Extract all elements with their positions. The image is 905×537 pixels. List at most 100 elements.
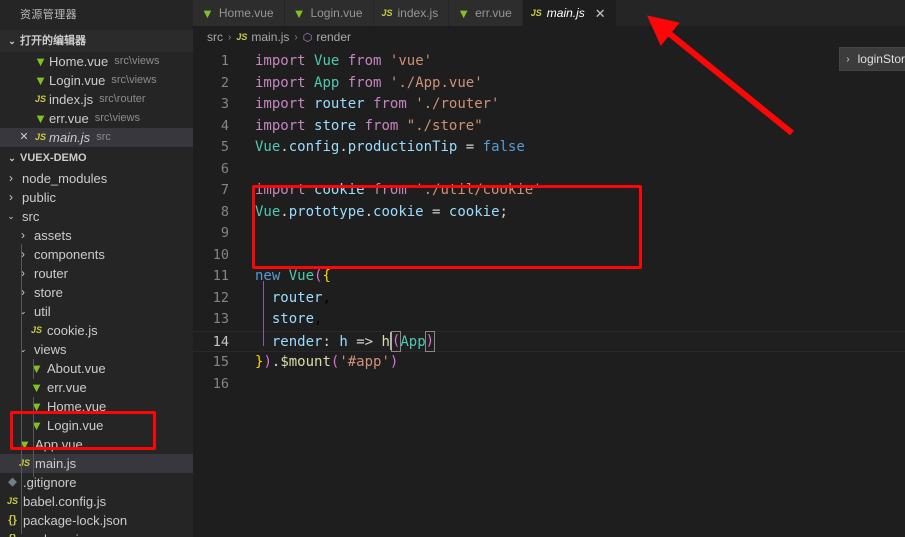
line-number: 4: [220, 117, 229, 134]
close-icon[interactable]: ✕: [595, 7, 606, 20]
open-editor-item[interactable]: ✕ JS main.js src: [0, 128, 193, 147]
file-tree-row[interactable]: JS babel.config.js: [0, 492, 193, 511]
file-tree-row[interactable]: › router: [0, 264, 193, 283]
file-tree-row[interactable]: {}package.json: [0, 530, 193, 537]
open-editor-name: err.vue: [49, 111, 89, 126]
file-tree-label: err.vue: [47, 380, 87, 395]
file-tree-row[interactable]: {} package-lock.json: [0, 511, 193, 530]
code-line-text: }).$mount('#app'): [255, 354, 399, 370]
file-tree-label: package-lock.json: [23, 513, 128, 528]
chevron-right-icon[interactable]: ›: [16, 283, 30, 302]
open-editor-path: src: [96, 131, 111, 143]
breadcrumb-separator-icon: ›: [228, 31, 232, 43]
code-line-text: router,: [271, 289, 331, 306]
file-tree-row[interactable]: ▼ Home.vue: [0, 397, 193, 416]
code-line: 7 import cookie from './util/cookie': [193, 180, 905, 202]
open-editors-label: 打开的编辑器: [20, 35, 86, 47]
explorer-sidebar: 资源管理器 ⌄ 打开的编辑器 ▼ Home.vue src\views ▼ Login.…: [0, 0, 193, 537]
code-line-text: import store from "./store": [255, 117, 483, 134]
file-tree-row[interactable]: › assets: [0, 226, 193, 245]
vue-file-icon: ▼: [292, 5, 306, 21]
code-line: 10: [193, 245, 905, 267]
chevron-right-icon[interactable]: ›: [4, 188, 18, 207]
open-editor-item[interactable]: JS index.js src\router: [0, 90, 193, 109]
file-tree-label: cookie.js: [47, 323, 98, 338]
editor-tab[interactable]: ▼ Home.vue: [193, 0, 285, 26]
js-file-icon: JS: [6, 496, 18, 506]
code-line: 14 render: h => h (App): [193, 330, 905, 352]
indent-guide: [263, 281, 264, 346]
breadcrumb-item[interactable]: src: [207, 30, 223, 44]
line-number: 14: [212, 333, 229, 350]
close-icon[interactable]: ✕: [16, 128, 32, 147]
editor-tab[interactable]: JS main.js ✕: [522, 0, 617, 26]
editor-tab[interactable]: ▼ err.vue: [449, 0, 523, 26]
code-editor[interactable]: 1 import Vue from 'vue' 2 import App from '…: [193, 48, 905, 537]
chevron-down-icon[interactable]: ⌄: [16, 340, 30, 359]
breadcrumb-label: render: [316, 30, 352, 44]
vue-file-icon: ▼: [30, 418, 43, 433]
code-line: 9: [193, 223, 905, 245]
chevron-right-icon: ›: [846, 53, 850, 65]
line-number: 15: [212, 354, 229, 370]
code-line: 2 import App from './App.vue': [193, 73, 905, 95]
gitignore-file-icon: ◆: [8, 476, 17, 488]
code-lines: 1 import Vue from 'vue' 2 import App from '…: [193, 48, 905, 395]
js-file-icon: JS: [30, 325, 42, 335]
file-tree-label: store: [34, 285, 63, 300]
file-tree-row[interactable]: ⌄ src: [0, 207, 193, 226]
file-tree-row[interactable]: ▼ App.vue: [0, 435, 193, 454]
editor-tab-label: Home.vue: [218, 6, 274, 20]
file-tree-row[interactable]: ◆ .gitignore: [0, 473, 193, 492]
chevron-right-icon[interactable]: ›: [16, 245, 30, 264]
code-line: 5 Vue.config.productionTip = false: [193, 137, 905, 159]
breadcrumb-item[interactable]: JS main.js: [236, 30, 289, 44]
chevron-right-icon[interactable]: ›: [16, 226, 30, 245]
file-tree-row[interactable]: ⌄ views: [0, 340, 193, 359]
file-tree-row[interactable]: › public: [0, 188, 193, 207]
chevron-down-icon[interactable]: ⌄: [16, 302, 30, 321]
chevron-down-icon[interactable]: ⌄: [4, 207, 18, 226]
watch-expression-label: loginStor: [857, 52, 905, 66]
file-tree-row[interactable]: JS main.js: [0, 454, 193, 473]
open-editor-item[interactable]: ▼ Home.vue src\views: [0, 52, 193, 71]
vue-file-icon: ▼: [457, 5, 471, 21]
file-tree-label: node_modules: [22, 171, 108, 186]
breadcrumb[interactable]: src › JS main.js › ⬡ render: [193, 26, 905, 48]
debug-watch-popup[interactable]: › loginStor: [839, 47, 905, 71]
json-file-icon: {}: [4, 530, 21, 537]
open-editor-item[interactable]: ▼ err.vue src\views: [0, 109, 193, 128]
file-tree-row[interactable]: ▼ About.vue: [0, 359, 193, 378]
chevron-right-icon[interactable]: ›: [4, 169, 18, 188]
file-tree-row[interactable]: ▼ Login.vue: [0, 416, 193, 435]
chevron-right-icon[interactable]: ›: [16, 264, 30, 283]
project-section-header[interactable]: ⌄ VUEX-DEMO: [0, 147, 193, 169]
breadcrumb-item[interactable]: ⬡ render: [303, 30, 351, 44]
chevron-down-icon: ⌄: [8, 153, 16, 163]
file-tree-label: router: [34, 266, 68, 281]
file-tree-row[interactable]: › node_modules: [0, 169, 193, 188]
file-tree-row[interactable]: JS cookie.js: [0, 321, 193, 340]
open-editors-section-header[interactable]: ⌄ 打开的编辑器: [0, 30, 193, 52]
line-number: 11: [212, 268, 229, 284]
open-editor-item[interactable]: ▼ Login.vue src\views: [0, 71, 193, 90]
code-line: 12 router,: [193, 288, 905, 310]
open-editor-path: src\router: [99, 93, 146, 105]
code-line-text: render: h => h (App): [271, 331, 436, 352]
vue-file-icon: ▼: [18, 437, 31, 452]
editor-tab[interactable]: JS index.js: [373, 0, 450, 26]
file-tree: › node_modules › public ⌄ src › assets › componen…: [0, 169, 193, 537]
file-tree-row[interactable]: ▼ err.vue: [0, 378, 193, 397]
breadcrumb-separator-icon: ›: [294, 31, 298, 43]
file-tree-row[interactable]: › components: [0, 245, 193, 264]
file-tree-label: main.js: [35, 456, 77, 471]
tree-indent-guide: [21, 244, 22, 534]
file-tree-row[interactable]: ⌄ util: [0, 302, 193, 321]
file-tree-row[interactable]: › store: [0, 283, 193, 302]
code-line: 8 Vue.prototype.cookie = cookie;: [193, 202, 905, 224]
line-number: 5: [220, 139, 229, 155]
editor-tab[interactable]: ▼ Login.vue: [284, 0, 374, 26]
